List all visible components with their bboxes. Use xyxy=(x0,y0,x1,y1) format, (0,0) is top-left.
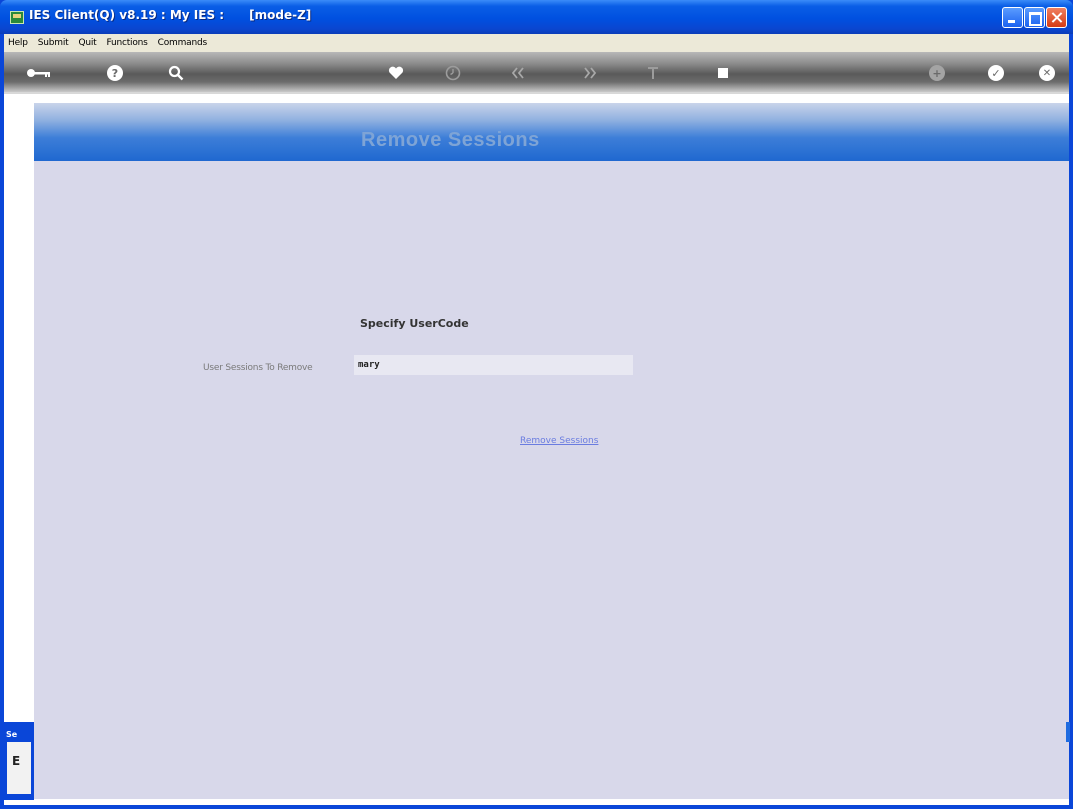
accept-icon[interactable]: ✓ xyxy=(988,64,1004,82)
mini-panel-label: Se xyxy=(6,730,18,739)
clock-icon[interactable] xyxy=(445,64,461,82)
heart-icon[interactable] xyxy=(388,64,404,82)
left-gutter xyxy=(4,94,34,805)
menu-quit[interactable]: Quit xyxy=(78,38,96,48)
menu-commands[interactable]: Commands xyxy=(158,38,208,48)
user-sessions-input[interactable] xyxy=(354,355,633,375)
minimized-session-panel[interactable]: Se E xyxy=(4,722,34,800)
text-icon[interactable] xyxy=(647,64,659,82)
right-edge-tab xyxy=(1066,722,1070,742)
menu-submit[interactable]: Submit xyxy=(38,38,69,48)
app-icon xyxy=(10,11,24,24)
application-window: IES Client(Q) v8.19 : My IES : [mode-Z] … xyxy=(0,0,1073,809)
menu-bar: Help Submit Quit Functions Commands xyxy=(4,34,1069,52)
close-button[interactable] xyxy=(1046,7,1067,28)
add-icon[interactable]: + xyxy=(929,64,945,82)
key-icon[interactable] xyxy=(26,64,52,82)
maximize-button[interactable] xyxy=(1024,7,1045,28)
mini-panel-body: E xyxy=(7,742,31,794)
stop-icon[interactable] xyxy=(717,64,729,82)
toolbar: ? + ✓ ✕ xyxy=(4,52,1069,94)
next-icon[interactable] xyxy=(583,64,597,82)
menu-help[interactable]: Help xyxy=(8,38,28,48)
page-title: Remove Sessions xyxy=(361,129,540,151)
search-icon[interactable] xyxy=(168,64,184,82)
mini-panel-glyph: E xyxy=(12,754,21,768)
page-header: Remove Sessions xyxy=(34,103,1069,161)
cancel-icon[interactable]: ✕ xyxy=(1039,64,1055,82)
minimize-button[interactable] xyxy=(1002,7,1023,28)
window-title: IES Client(Q) v8.19 : My IES : [mode-Z] xyxy=(29,8,312,22)
title-bar[interactable]: IES Client(Q) v8.19 : My IES : [mode-Z] xyxy=(0,0,1073,34)
help-icon[interactable]: ? xyxy=(107,64,123,82)
previous-icon[interactable] xyxy=(511,64,525,82)
section-heading: Specify UserCode xyxy=(360,317,469,330)
remove-sessions-link[interactable]: Remove Sessions xyxy=(520,436,598,446)
menu-functions[interactable]: Functions xyxy=(106,38,147,48)
content-panel: Remove Sessions Specify UserCode User Se… xyxy=(34,103,1069,799)
